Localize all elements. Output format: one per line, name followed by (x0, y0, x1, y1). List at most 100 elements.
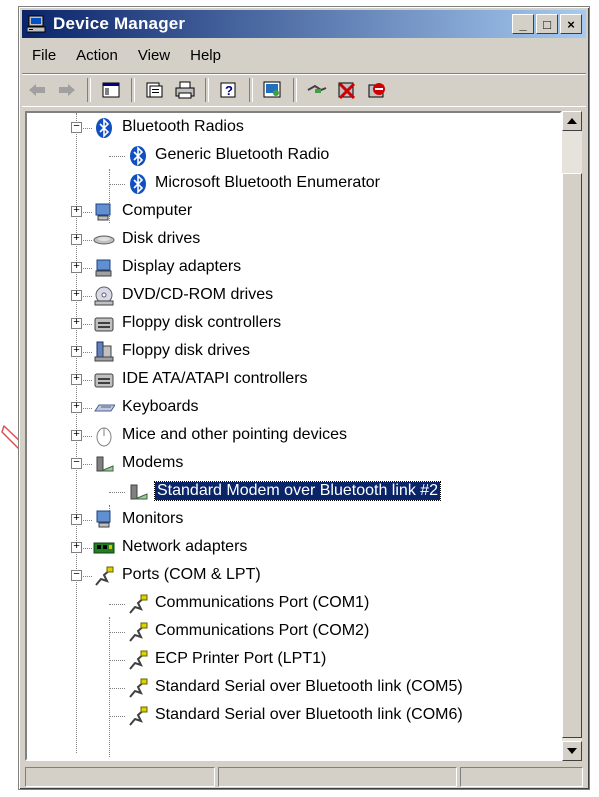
expand-icon[interactable]: + (71, 318, 82, 329)
help-icon[interactable]: ? (216, 77, 242, 103)
device-label: Monitors (122, 510, 184, 527)
expand-icon[interactable]: + (71, 514, 82, 525)
expand-icon[interactable]: + (71, 206, 82, 217)
title-bar[interactable]: Device Manager _ □ × (22, 10, 586, 38)
menu-action[interactable]: Action (66, 47, 128, 64)
minimize-button[interactable]: _ (512, 14, 534, 34)
device-category[interactable]: + IDE ATA/ATAPI controllers (27, 366, 560, 394)
toolbar: ? (22, 73, 586, 107)
device-category[interactable]: + Disk drives (27, 226, 560, 254)
device-label: Standard Serial over Bluetooth link (COM… (155, 678, 463, 695)
device-label: Keyboards (122, 398, 199, 415)
expand-icon[interactable]: + (71, 262, 82, 273)
device-tree-item[interactable]: Microsoft Bluetooth Enumerator (27, 170, 560, 198)
menu-help[interactable]: Help (180, 47, 231, 64)
disk-drive-icon (93, 230, 115, 250)
close-button[interactable]: × (560, 14, 582, 34)
collapse-icon[interactable]: − (71, 122, 82, 133)
port-icon (127, 706, 149, 726)
port-icon (127, 678, 149, 698)
device-label: Disk drives (122, 230, 201, 247)
keyboard-icon (93, 398, 115, 418)
toolbar-separator (205, 78, 209, 102)
tree-line (109, 660, 125, 661)
device-category[interactable]: − Modems (27, 450, 560, 478)
port-icon (127, 594, 149, 614)
device-category[interactable]: + Network adapters (27, 534, 560, 562)
bluetooth-icon (93, 118, 115, 138)
device-label: IDE ATA/ATAPI controllers (122, 370, 308, 387)
device-tree[interactable]: − Bluetooth Radios Generic Bluetooth Radio… (25, 111, 562, 761)
device-category[interactable]: − Bluetooth Radios (27, 114, 560, 142)
tree-line (109, 688, 125, 689)
device-label: ECP Printer Port (LPT1) (155, 650, 327, 667)
modem-icon (127, 482, 149, 502)
menu-view[interactable]: View (128, 47, 180, 64)
scroll-down-button[interactable] (562, 741, 582, 761)
expand-icon[interactable]: + (71, 290, 82, 301)
device-tree-item[interactable]: ECP Printer Port (LPT1) (27, 646, 560, 674)
device-category[interactable]: + DVD/CD-ROM drives (27, 282, 560, 310)
port-icon (127, 622, 149, 642)
tree-line (109, 632, 125, 633)
device-label: Computer (122, 202, 193, 219)
device-label: Ports (COM & LPT) (122, 566, 261, 583)
device-label: Communications Port (COM2) (155, 622, 370, 639)
expand-icon[interactable]: + (71, 346, 82, 357)
device-tree-item[interactable]: Communications Port (COM1) (27, 590, 560, 618)
scan-hardware-icon[interactable] (260, 77, 286, 103)
display-adapter-icon (93, 258, 115, 278)
tree-line (109, 184, 125, 185)
device-category[interactable]: − Ports (COM & LPT) (27, 562, 560, 590)
device-label: Floppy disk controllers (122, 314, 282, 331)
device-category[interactable]: + Computer (27, 198, 560, 226)
scroll-thumb[interactable] (562, 173, 582, 738)
device-category[interactable]: + Mice and other pointing devices (27, 422, 560, 450)
menu-file[interactable]: File (22, 47, 66, 64)
expand-icon[interactable]: + (71, 402, 82, 413)
print-icon[interactable] (172, 77, 198, 103)
device-label: Network adapters (122, 538, 248, 555)
bluetooth-icon (127, 174, 149, 194)
console-tree-icon[interactable] (98, 77, 124, 103)
status-pane (460, 767, 583, 787)
device-label: Floppy disk drives (122, 342, 251, 359)
collapse-icon[interactable]: − (71, 570, 82, 581)
network-adapter-icon (93, 538, 115, 558)
tree-line (109, 604, 125, 605)
back-icon[interactable] (24, 77, 50, 103)
device-category[interactable]: + Floppy disk drives (27, 338, 560, 366)
mouse-icon (93, 426, 115, 447)
tree-line (109, 716, 125, 717)
svg-text:?: ? (225, 83, 233, 98)
device-category[interactable]: + Floppy disk controllers (27, 310, 560, 338)
device-label: Standard Serial over Bluetooth link (COM… (155, 706, 463, 723)
device-tree-item[interactable]: Communications Port (COM2) (27, 618, 560, 646)
vertical-scrollbar[interactable] (562, 111, 582, 761)
device-category[interactable]: + Keyboards (27, 394, 560, 422)
maximize-button[interactable]: □ (536, 14, 558, 34)
device-label: Bluetooth Radios (122, 118, 244, 135)
device-tree-item[interactable]: Standard Serial over Bluetooth link (COM… (27, 702, 560, 730)
device-category[interactable]: + Monitors (27, 506, 560, 534)
update-driver-icon[interactable] (304, 77, 330, 103)
device-tree-item[interactable]: Generic Bluetooth Radio (27, 142, 560, 170)
properties-icon[interactable] (142, 77, 168, 103)
toolbar-separator (87, 78, 91, 102)
device-tree-item[interactable]: Standard Modem over Bluetooth link #2 (27, 478, 560, 506)
device-manager-window: Device Manager _ □ × File Action View He… (18, 6, 590, 790)
expand-icon[interactable]: + (71, 234, 82, 245)
scroll-up-button[interactable] (562, 111, 582, 131)
expand-icon[interactable]: + (71, 430, 82, 441)
expand-icon[interactable]: + (71, 374, 82, 385)
device-label: Microsoft Bluetooth Enumerator (155, 174, 380, 191)
device-tree-item[interactable]: Standard Serial over Bluetooth link (COM… (27, 674, 560, 702)
forward-icon[interactable] (54, 77, 80, 103)
collapse-icon[interactable]: − (71, 458, 82, 469)
expand-icon[interactable]: + (71, 542, 82, 553)
device-category[interactable]: + Display adapters (27, 254, 560, 282)
toolbar-separator (249, 78, 253, 102)
disable-icon[interactable] (364, 77, 390, 103)
device-label: Mice and other pointing devices (122, 426, 348, 443)
uninstall-icon[interactable] (334, 77, 360, 103)
